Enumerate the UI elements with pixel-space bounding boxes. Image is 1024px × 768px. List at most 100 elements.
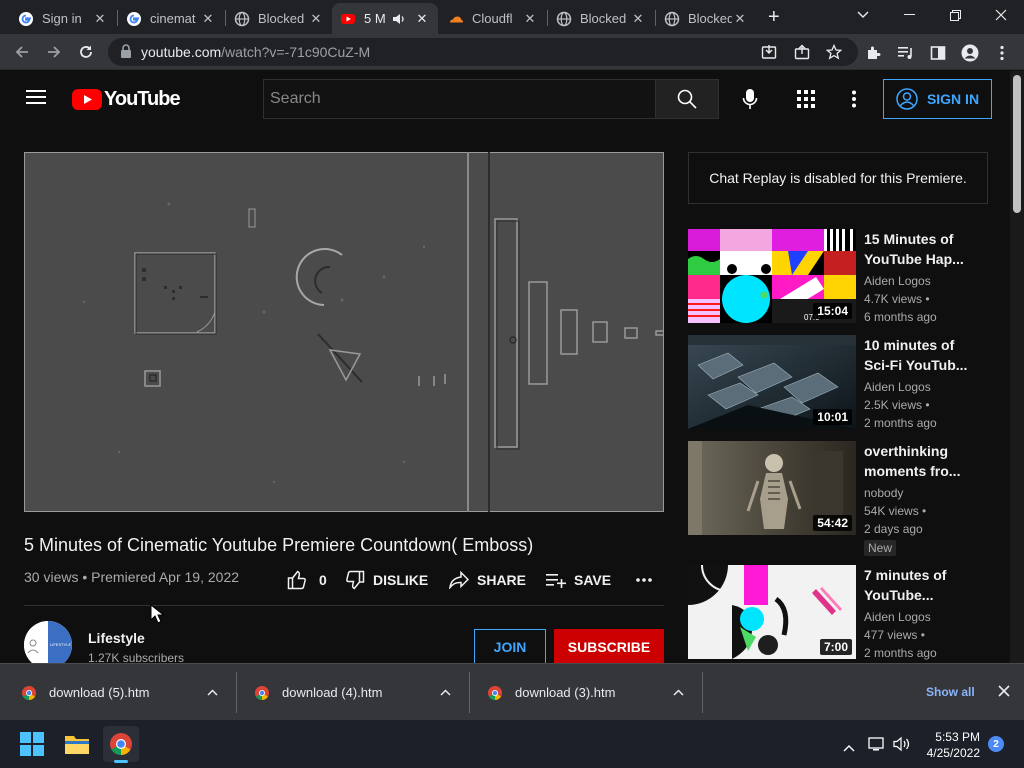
video-player[interactable] [24,152,664,512]
notification-badge[interactable]: 2 [988,736,1004,752]
profile-icon[interactable] [961,44,979,62]
scrollbar-thumb[interactable] [1013,75,1021,213]
youtube-logo[interactable]: YouTube [72,88,181,111]
chrome-taskbar-icon[interactable] [103,726,139,763]
close-icon[interactable]: ✕ [630,11,646,27]
video-thumbnail[interactable]: 07:0 15:04 [688,229,856,323]
video-thumbnail[interactable]: 10:01 [688,335,856,429]
apps-grid-icon[interactable] [797,90,815,113]
video-duration: 7:00 [819,639,852,655]
search-button[interactable] [655,79,719,119]
page-scrollbar[interactable] [1010,71,1024,663]
voice-search-button[interactable] [730,79,770,119]
tab-title: Cloudfl [472,11,513,26]
chevron-up-tray-icon[interactable] [843,739,855,757]
thumbs-up-icon [287,570,306,590]
dislike-button[interactable]: DISLIKE [345,570,428,590]
speaker-icon[interactable] [392,12,406,26]
recommendation-age: 2 months ago [864,646,937,660]
settings-more-icon[interactable] [852,90,856,113]
save-button[interactable]: SAVE [546,570,611,590]
side-panel-icon[interactable] [929,44,947,62]
forward-arrow-icon[interactable] [42,40,66,64]
join-button[interactable]: JOIN [474,629,546,665]
download-item[interactable]: download (3).htm [487,664,701,721]
volume-icon[interactable] [893,736,911,757]
extensions-puzzle-icon[interactable] [865,44,883,62]
tab-cloudflare[interactable]: Cloudfl ✕ [440,3,546,34]
recommendation-item[interactable]: 07:0 15:04 15 Minutes of YouTube Hap... … [688,229,988,324]
close-download-shelf-icon[interactable] [998,684,1010,700]
install-app-icon[interactable] [761,44,777,60]
show-all-downloads-link[interactable]: Show all [926,685,975,699]
share-page-icon[interactable] [794,44,810,60]
recommendation-title[interactable]: overthinking moments fro... [864,441,982,481]
download-item[interactable]: download (5).htm [21,664,235,721]
close-icon[interactable]: ✕ [414,11,430,27]
close-icon[interactable]: ✕ [92,11,108,27]
video-thumbnail[interactable]: 7:00 [688,565,856,659]
chrome-menu-icon[interactable] [993,44,1011,62]
lock-icon[interactable] [120,44,132,59]
tab-search-chevron-icon[interactable] [840,0,886,30]
bookmark-star-icon[interactable] [826,44,842,60]
window-close-icon[interactable] [978,0,1024,30]
recommendation-item[interactable]: 7:00 7 minutes of YouTube... Aiden Logos… [688,565,988,660]
tab-blocked-1[interactable]: Blocked ✕ [226,3,332,34]
video-thumbnail[interactable]: 54:42 [688,441,856,535]
sign-in-button[interactable]: SIGN IN [883,79,992,119]
new-tab-plus-icon[interactable]: + [768,6,780,29]
recommendation-title[interactable]: 10 minutes of Sci-Fi YouTub... [864,335,982,375]
browser-toolbar: youtube.com/watch?v=-71c90CuZ-M [0,34,1024,70]
tab-sign-in[interactable]: Sign in ✕ [10,3,116,34]
close-icon[interactable]: ✕ [522,11,538,27]
tab-blocked-2[interactable]: Blocked ✕ [548,3,654,34]
recommendation-age: 6 months ago [864,310,937,324]
recommendation-title[interactable]: 7 minutes of YouTube... [864,565,982,605]
recommendation-channel: Aiden Logos [864,380,931,394]
restore-icon[interactable] [932,0,978,30]
taskbar-clock-time[interactable]: 5:53 PM [930,730,980,744]
recommendation-item[interactable]: 54:42 overthinking moments fro... nobody… [688,441,988,559]
channel-avatar[interactable]: LIFESTYLE [24,621,72,669]
close-icon[interactable]: ✕ [732,11,748,27]
media-controls-icon[interactable] [897,44,915,62]
like-button[interactable]: 0 [287,570,327,590]
recommendation-age: 2 days ago [864,522,923,536]
download-shelf: download (5).htm download (4).htm downlo… [0,663,1024,720]
recommendation-item[interactable]: 10:01 10 minutes of Sci-Fi YouTub... Aid… [688,335,988,430]
dislike-label: DISLIKE [373,572,429,588]
share-label: SHARE [477,572,527,588]
tab-cinematic[interactable]: cinemat ✕ [118,3,224,34]
search-icon [677,89,697,109]
subscribe-button[interactable]: SUBSCRIBE [554,629,664,665]
tab-blocked-3[interactable]: Blocked ✕ [656,3,756,34]
share-button[interactable]: SHARE [449,570,526,590]
recommendation-views: 2.5K views • [864,398,930,412]
close-icon[interactable]: ✕ [200,11,216,27]
google-icon [19,11,33,26]
chevron-up-icon[interactable] [440,687,451,699]
recommendation-title[interactable]: 15 Minutes of YouTube Hap... [864,229,982,269]
more-actions-button[interactable] [636,570,652,590]
hamburger-menu-icon[interactable] [26,89,46,110]
recommendation-channel: Aiden Logos [864,610,931,624]
sign-in-label: SIGN IN [926,91,980,107]
chevron-up-icon[interactable] [673,687,684,699]
taskbar-clock-date[interactable]: 4/25/2022 [918,746,980,760]
address-bar[interactable]: youtube.com/watch?v=-71c90CuZ-M [108,38,858,66]
tab-youtube-active[interactable]: 5 M ✕ [332,3,438,34]
minimize-icon[interactable] [886,0,932,30]
chevron-up-icon[interactable] [207,687,218,699]
reload-icon[interactable] [74,40,98,64]
download-filename: download (3).htm [515,685,616,700]
close-icon[interactable]: ✕ [308,11,324,27]
channel-name[interactable]: Lifestyle [88,630,145,646]
download-item[interactable]: download (4).htm [254,664,468,721]
search-input[interactable] [264,80,655,118]
back-arrow-icon[interactable] [10,40,34,64]
search-box[interactable] [263,79,656,119]
network-icon[interactable] [868,736,886,757]
windows-start-icon[interactable] [14,726,50,762]
file-explorer-icon[interactable] [59,726,95,762]
